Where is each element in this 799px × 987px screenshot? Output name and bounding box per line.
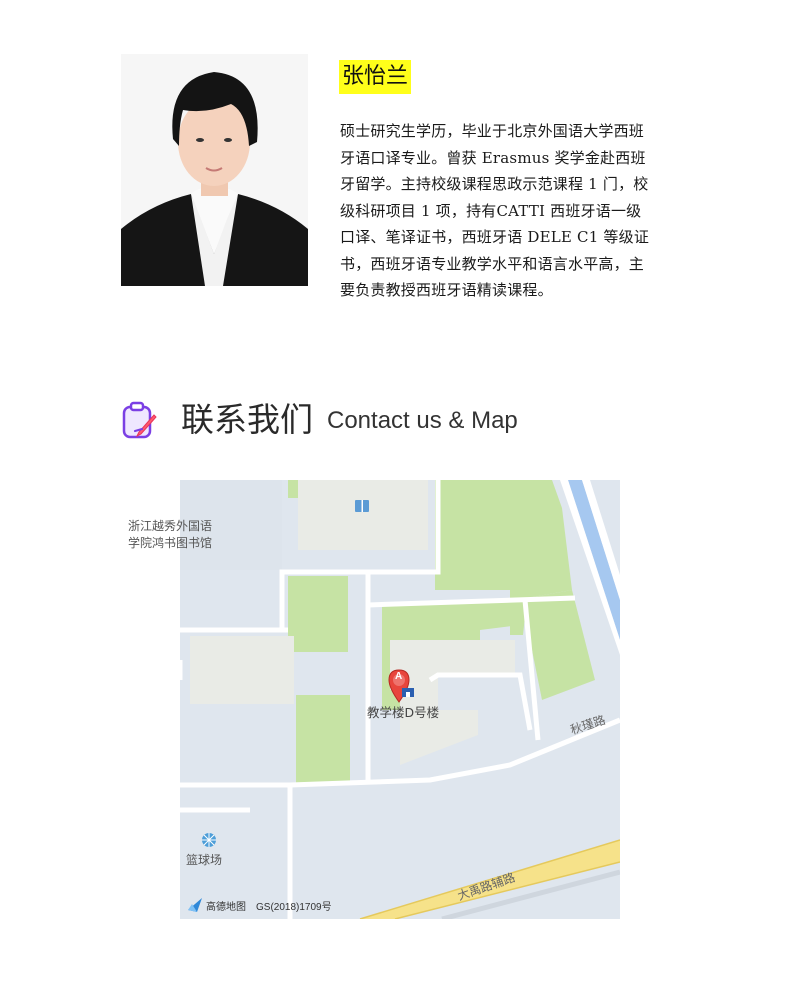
portrait-image bbox=[121, 54, 308, 286]
contact-title-cn: 联系我们 bbox=[181, 400, 313, 439]
map-approval-number: GS(2018)1709号 bbox=[256, 902, 332, 913]
profile-name: 张怡兰 bbox=[339, 60, 412, 94]
bio-line: 书，西班牙语专业教学水平和语言水平高，主 bbox=[340, 254, 645, 273]
campus-map[interactable]: A bbox=[180, 480, 620, 919]
library-label[interactable]: 学院鸿书图书馆 bbox=[128, 535, 212, 552]
profile-photo bbox=[121, 54, 308, 286]
bio-line: 级科研项目 1 项，持有CATTI 西班牙语一级 bbox=[340, 201, 642, 220]
library-label[interactable]: 浙江越秀外国语 bbox=[128, 518, 212, 535]
bio-line: 要负责教授西班牙语精读课程。 bbox=[340, 281, 553, 299]
basketball-icon bbox=[202, 833, 216, 847]
bio-line: 硕士研究生学历，毕业于北京外国语大学西班 bbox=[340, 122, 645, 140]
map-canvas[interactable] bbox=[180, 480, 620, 919]
basketball-court-label[interactable]: 篮球场 bbox=[186, 852, 222, 869]
library-icon bbox=[355, 500, 369, 512]
map-brand[interactable]: 高德地图 bbox=[206, 902, 246, 914]
clipboard-pen-icon bbox=[122, 401, 157, 439]
contact-title-en: Contact us & Map bbox=[327, 407, 518, 434]
building-icon bbox=[402, 688, 414, 697]
teaching-building-label[interactable]: 教学楼D号楼 bbox=[367, 704, 439, 721]
bio-line: 牙留学。主持校级课程思政示范课程 1 门，校 bbox=[340, 175, 649, 193]
bio-line: 牙语口译专业。曾获 Erasmus 奖学金赴西班 bbox=[340, 148, 646, 167]
marker-letter: A bbox=[395, 671, 403, 682]
bio-line: 口译、笔译证书，西班牙语 DELE C1 等级证 bbox=[340, 228, 650, 246]
profile-bio: 硕士研究生学历，毕业于北京外国语大学西班 牙语口译专业。曾获 Erasmus 奖… bbox=[340, 118, 690, 304]
